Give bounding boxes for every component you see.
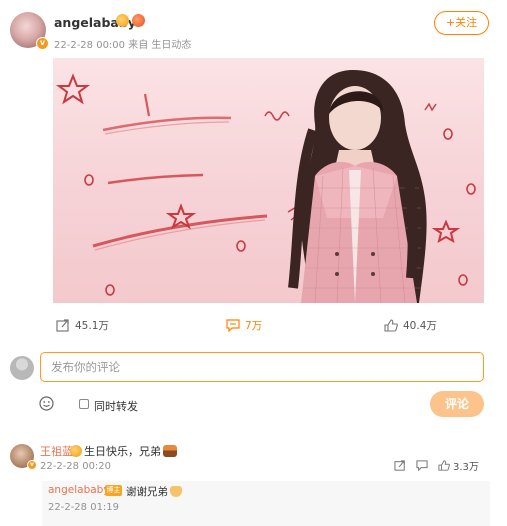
like-action[interactable]: 40.4万 [384,318,437,333]
comment-like-count: 3.3万 [453,462,479,473]
praying-hands-emoji-icon [170,486,182,497]
author-badges [116,14,145,27]
reply-time: 22-2-28 01:19 [48,502,120,513]
also-repost-label[interactable]: 同时转发 [94,398,138,414]
like-count: 40.4万 [403,320,437,332]
follow-button[interactable]: +关注 [434,11,489,35]
comment-action[interactable]: 7万 [226,318,262,333]
comment-icon[interactable] [416,460,428,471]
comment-like-action[interactable]: 3.3万 [438,458,479,473]
repost-icon[interactable] [394,460,406,471]
commenter-avatar[interactable]: v [10,444,37,470]
comment-input[interactable]: 发布你的评论 [40,352,484,382]
post-actions: 45.1万 7万 40.4万 [0,312,507,340]
post-image[interactable] [53,58,484,303]
comment-compose: 发布你的评论 [10,350,490,385]
post-header: v angelababy 22-2-28 00:00 来自 生日动态 +关注 [8,8,498,54]
repost-action[interactable]: 45.1万 [56,318,109,333]
current-user-avatar [10,356,34,380]
thumbs-up-icon [438,460,450,471]
reply-text: 谢谢兄弟 [126,486,168,498]
comment-actions: 3.3万 [394,458,479,473]
comment-text-row: 生日快乐，兄弟 [70,443,177,459]
cake-emoji-icon [163,445,177,457]
post-source[interactable]: 来自 生日动态 [128,40,191,51]
crown-badge-icon[interactable] [116,14,129,27]
commenter-name[interactable]: 王祖蓝 [40,443,73,459]
comment-time: 22-2-28 00:20 [40,461,112,472]
verified-badge-icon: v [27,460,37,470]
thumbs-up-icon [384,319,398,332]
verified-badge-icon: v [36,37,49,50]
comment-count: 7万 [245,320,263,332]
comment-icon [226,319,240,332]
post-meta: 22-2-28 00:00 来自 生日动态 [54,36,191,51]
author-badge: 博主 [105,485,122,496]
compose-toolbar: 同时转发 评论 [0,390,507,420]
reply-author[interactable]: angelababy [48,484,110,496]
fan-badge-icon[interactable] [132,14,145,27]
repost-icon [56,319,69,332]
submit-comment-button[interactable]: 评论 [430,391,484,417]
also-repost-checkbox[interactable] [79,399,89,409]
reply-text-row: 谢谢兄弟 [126,484,182,499]
post-time[interactable]: 22-2-28 00:00 [54,40,125,51]
comment-item: v 王祖蓝 生日快乐，兄弟 22-2-28 00:20 3.3万 [8,440,498,476]
fan-badge-icon [70,445,82,457]
author-avatar[interactable]: v [10,12,49,50]
emoji-icon[interactable] [39,396,54,411]
comment-text: 生日快乐，兄弟 [84,445,161,458]
birthday-photo [56,70,476,303]
reply-item: angelababy 博主 谢谢兄弟 22-2-28 01:19 [42,481,490,526]
repost-count: 45.1万 [75,320,109,332]
